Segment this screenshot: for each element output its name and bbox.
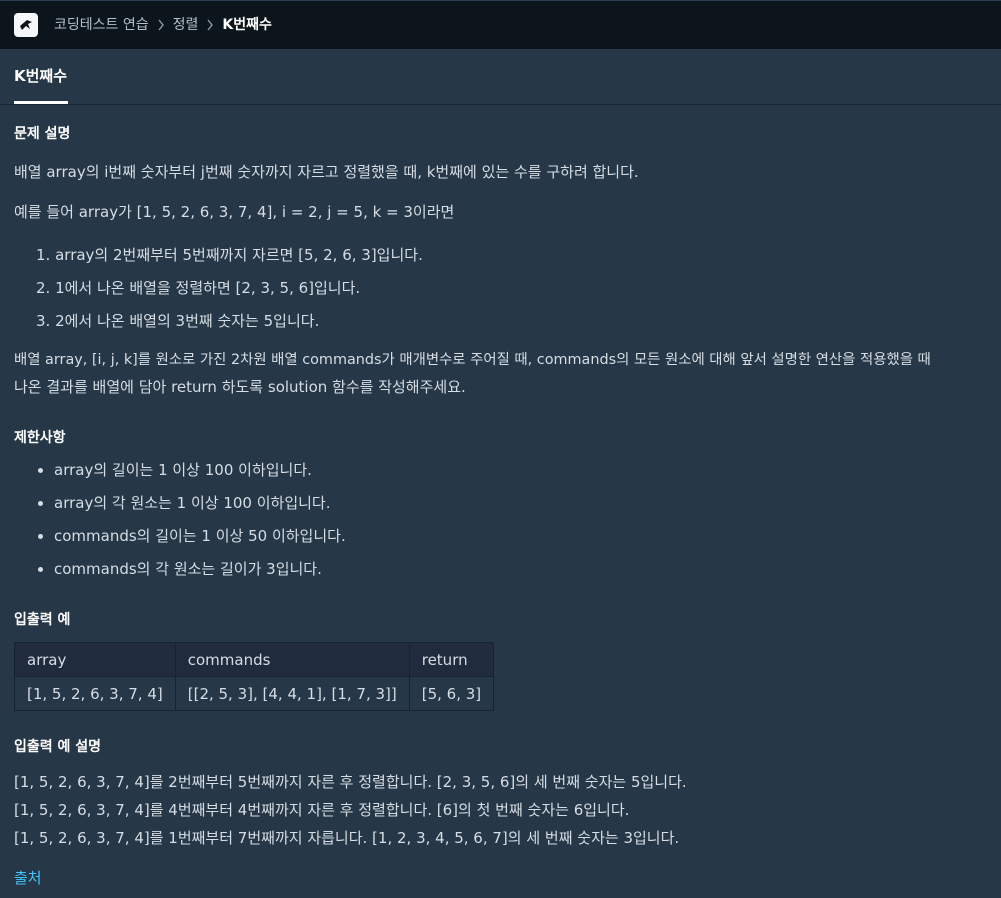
- constraint-item: commands의 길이는 1 이상 50 이하입니다.: [54, 527, 346, 545]
- breadcrumb-coding-test[interactable]: 코딩테스트 연습: [54, 16, 149, 34]
- description-paragraph-1: 배열 array의 i번째 숫자부터 j번째 숫자까지 자르고 정렬했을 때, …: [14, 163, 639, 181]
- step-number: 3.: [36, 312, 51, 330]
- programmers-logo-icon[interactable]: [14, 13, 38, 37]
- bullet-icon: [38, 534, 43, 539]
- step-item: 2. 1에서 나온 배열을 정렬하면 [2, 3, 5, 6]입니다.: [36, 277, 360, 299]
- step-number: 1.: [36, 246, 51, 264]
- step-text: 2에서 나온 배열의 3번째 숫자는 5입니다.: [55, 312, 320, 330]
- description-paragraph-3-line-2: 나온 결과를 배열에 담아 return 하도록 solution 함수를 작성…: [14, 378, 466, 396]
- table-row: [1, 5, 2, 6, 3, 7, 4] [[2, 5, 3], [4, 4,…: [14, 676, 495, 711]
- cell-array: [1, 5, 2, 6, 3, 7, 4]: [14, 676, 176, 711]
- description-paragraph-2: 예를 들어 array가 [1, 5, 2, 6, 3, 7, 4], i = …: [14, 203, 455, 221]
- io-explanation-line: [1, 5, 2, 6, 3, 7, 4]를 1번째부터 7번째까지 자릅니다.…: [14, 829, 680, 847]
- breadcrumb-sort[interactable]: 정렬: [173, 16, 199, 34]
- chevron-right-icon: [157, 19, 165, 31]
- cell-return: [5, 6, 3]: [408, 676, 495, 711]
- io-example-table: array commands return [1, 5, 2, 6, 3, 7,…: [14, 642, 495, 711]
- description-heading: 문제 설명: [14, 126, 71, 142]
- top-navigation-bar: 코딩테스트 연습 정렬 K번째수: [0, 0, 1001, 49]
- io-explanation-heading: 입출력 예 설명: [14, 739, 102, 755]
- column-header-return: return: [408, 642, 495, 677]
- constraints-heading: 제한사항: [14, 430, 66, 446]
- bullet-icon: [38, 567, 43, 572]
- step-item: 3. 2에서 나온 배열의 3번째 숫자는 5입니다.: [36, 310, 319, 332]
- chevron-right-icon: [206, 19, 214, 31]
- step-item: 1. array의 2번째부터 5번째까지 자르면 [5, 2, 6, 3]입니…: [36, 244, 423, 266]
- cell-commands: [[2, 5, 3], [4, 4, 1], [1, 7, 3]]: [174, 676, 410, 711]
- constraint-item: array의 각 원소는 1 이상 100 이하입니다.: [54, 494, 331, 512]
- io-explanation-line: [1, 5, 2, 6, 3, 7, 4]를 2번째부터 5번째까지 자른 후 …: [14, 773, 687, 791]
- column-header-commands: commands: [174, 642, 410, 677]
- source-link[interactable]: 출처: [14, 867, 42, 888]
- breadcrumb: 코딩테스트 연습 정렬 K번째수: [54, 16, 272, 34]
- step-text: 1에서 나온 배열을 정렬하면 [2, 3, 5, 6]입니다.: [55, 279, 361, 297]
- breadcrumb-current-problem: K번째수: [222, 17, 272, 33]
- constraint-item: commands의 각 원소는 길이가 3입니다.: [54, 560, 322, 578]
- bullet-icon: [38, 468, 43, 473]
- tab-problem-title[interactable]: K번째수: [14, 65, 67, 86]
- io-explanation-line: [1, 5, 2, 6, 3, 7, 4]를 4번째부터 4번째까지 자른 후 …: [14, 801, 630, 819]
- bullet-icon: [38, 501, 43, 506]
- step-text: array의 2번째부터 5번째까지 자르면 [5, 2, 6, 3]입니다.: [55, 246, 423, 264]
- constraint-item: array의 길이는 1 이상 100 이하입니다.: [54, 461, 312, 479]
- active-tab-indicator: [14, 101, 68, 104]
- table-header-row: array commands return: [14, 642, 495, 677]
- column-header-array: array: [14, 642, 176, 677]
- step-number: 2.: [36, 279, 51, 297]
- tab-bar: K번째수: [0, 49, 1001, 105]
- description-paragraph-3-line-1: 배열 array, [i, j, k]를 원소로 가진 2차원 배열 comma…: [14, 352, 931, 368]
- io-example-heading: 입출력 예: [14, 612, 71, 628]
